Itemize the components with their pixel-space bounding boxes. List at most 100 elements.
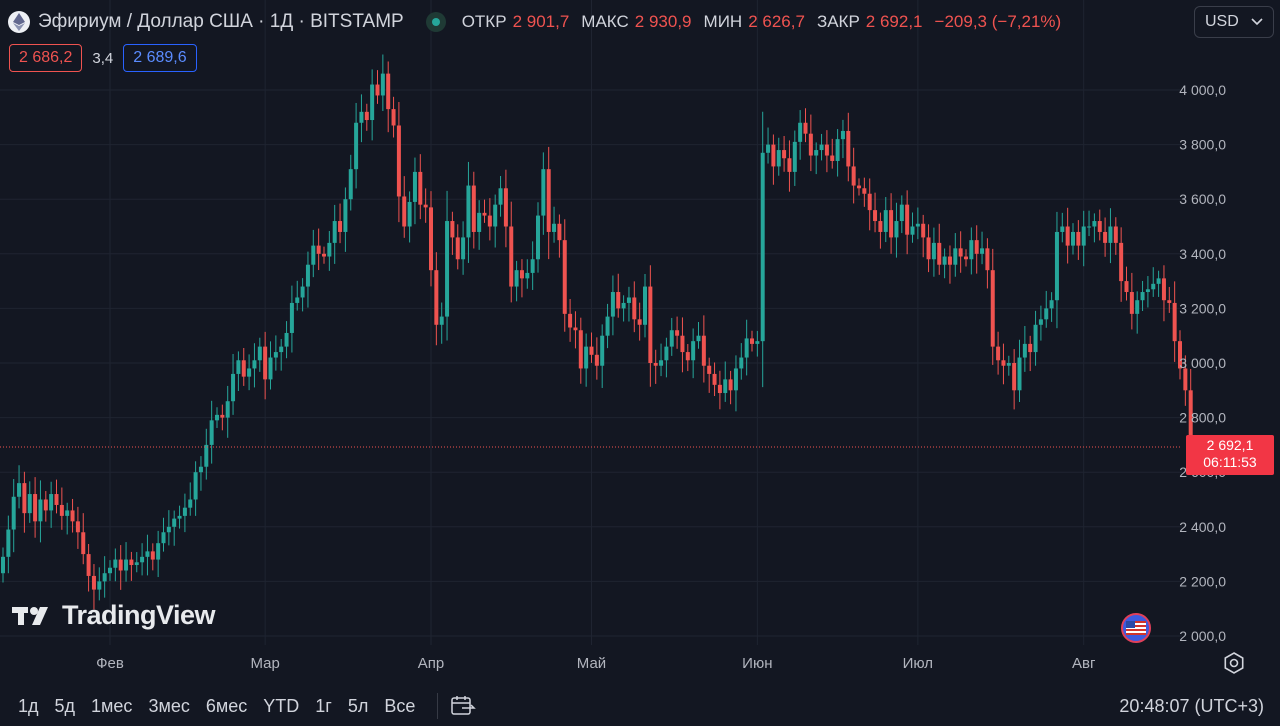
range-ytd-button[interactable]: YTD (255, 696, 307, 717)
candle-up (1033, 310, 1038, 366)
candle-up (626, 286, 631, 322)
y-tick-label: 4 000,0 (1179, 82, 1226, 98)
candle-up (1017, 339, 1022, 403)
x-tick-label: Фев (96, 655, 124, 672)
candle-down (1113, 217, 1118, 255)
range-3m-button[interactable]: 3мес (140, 696, 197, 717)
y-tick-label: 2 800,0 (1179, 410, 1226, 426)
range-1y-button[interactable]: 1г (307, 696, 340, 717)
candle-up (38, 480, 43, 543)
y-tick-label: 2 000,0 (1179, 628, 1226, 644)
x-tick-label: Май (577, 655, 606, 672)
candle-up (1151, 267, 1156, 297)
candle-down (118, 545, 123, 590)
x-tick-label: Авг (1072, 655, 1096, 672)
candle-up (257, 337, 262, 372)
candle-down (220, 404, 225, 431)
candle-up (691, 328, 696, 379)
candle-up (733, 355, 738, 412)
time-axis[interactable]: Фев Мар Апр Май Июн Июл Авг (96, 655, 1096, 672)
price-axis[interactable]: 2 000,02 200,02 400,02 600,02 800,03 000… (1179, 82, 1226, 644)
open-value: 2 901,7 (512, 12, 570, 31)
candle-up (348, 154, 353, 211)
candle-down (728, 370, 733, 405)
candle-up (1049, 292, 1054, 322)
candle-up (11, 479, 16, 553)
candle-up (1135, 291, 1140, 334)
candle-up (664, 337, 669, 378)
candle-down (632, 281, 637, 333)
candle-down (685, 344, 690, 372)
candle-down (43, 491, 48, 522)
candle-down (947, 245, 952, 284)
candle-down (150, 543, 155, 571)
range-1m-button[interactable]: 1мес (83, 696, 140, 717)
candle-up (739, 343, 744, 380)
candle-up (140, 543, 145, 576)
candle-up (102, 556, 107, 598)
candle-down (878, 212, 883, 249)
settings-icon[interactable] (1222, 651, 1246, 675)
tradingview-logo[interactable]: TradingView (12, 600, 216, 631)
candle-down (418, 154, 423, 220)
range-5y-button[interactable]: 5л (340, 696, 377, 717)
range-1d-button[interactable]: 1д (0, 696, 47, 717)
candle-up (1071, 223, 1075, 255)
candle-down (482, 199, 487, 223)
candle-down (316, 228, 321, 271)
candle-down (1103, 217, 1108, 257)
symbol-title[interactable]: Эфириум / Доллар США · 1Д · BITSTAMP (38, 11, 404, 33)
candle-down (712, 362, 717, 397)
candle-down (985, 238, 990, 289)
candle-up (354, 102, 359, 189)
candle-up (295, 280, 300, 311)
candle-down (1172, 281, 1177, 362)
candle-up (776, 137, 781, 176)
candle-down (391, 96, 396, 138)
candle-down (653, 349, 658, 384)
candle-up (252, 343, 257, 388)
range-6m-button[interactable]: 6мес (198, 696, 255, 717)
candle-up (177, 505, 182, 529)
candle-down (958, 231, 963, 273)
ethereum-icon[interactable] (8, 11, 30, 33)
candle-down (59, 487, 64, 530)
candle-down (1012, 349, 1017, 410)
candle-up (514, 260, 519, 302)
candle-up (359, 94, 364, 143)
currency-select[interactable]: USD (1194, 6, 1274, 38)
candle-down (717, 370, 722, 410)
sell-price-button[interactable]: 2 686,2 (9, 44, 83, 72)
us-flag-icon[interactable] (1121, 613, 1151, 643)
candle-up (225, 385, 230, 438)
candle-down (386, 61, 391, 133)
clock-timezone[interactable]: 20:48:07 (UTC+3) (1119, 686, 1264, 726)
candle-down (1161, 265, 1166, 322)
candle-up (268, 341, 273, 390)
close-value: 2 692,1 (865, 12, 923, 31)
market-status-icon[interactable] (425, 12, 446, 32)
buy-price-button[interactable]: 2 689,6 (123, 44, 197, 72)
range-all-button[interactable]: Все (376, 696, 423, 717)
candle-up (915, 207, 920, 240)
candle-up (605, 303, 610, 349)
range-5d-button[interactable]: 5д (47, 696, 84, 717)
candle-up (6, 515, 11, 574)
candle-up (1145, 276, 1150, 308)
candle-up (412, 157, 417, 225)
candle-up (370, 69, 375, 141)
candle-up (536, 202, 540, 273)
candle-down (1119, 227, 1124, 302)
candle-up (445, 190, 450, 341)
candle-up (113, 548, 118, 582)
x-tick-label: Июн (742, 655, 772, 672)
candle-up (332, 204, 337, 264)
candle-up (273, 335, 278, 371)
candle-down (402, 176, 407, 238)
candle-up (621, 295, 626, 322)
price-chart[interactable]: 2 000,02 200,02 400,02 600,02 800,03 000… (0, 0, 1280, 686)
symbol-header: Эфириум / Доллар США · 1Д · BITSTAMP ОТК… (8, 8, 1061, 36)
candle-down (86, 543, 91, 592)
x-tick-label: Апр (418, 655, 444, 672)
date-range-icon[interactable] (450, 694, 477, 718)
